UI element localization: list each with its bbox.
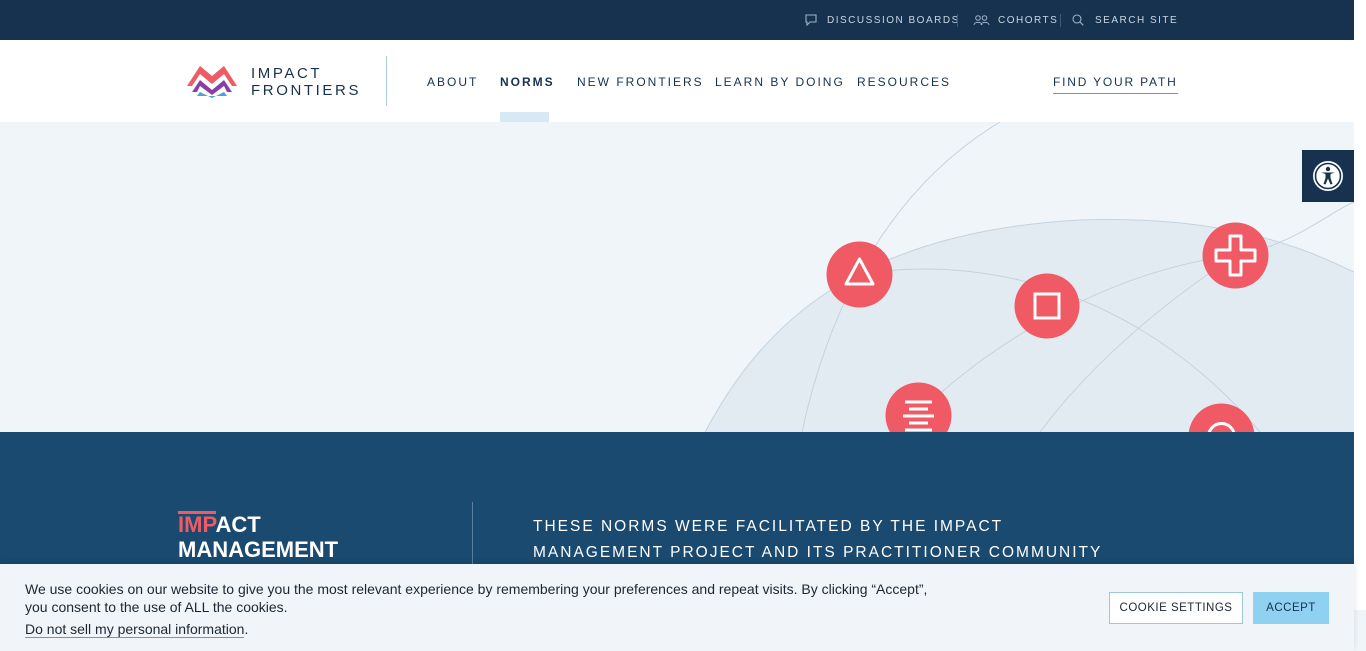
cookie-banner: We use cookies on our website to give yo… bbox=[0, 564, 1354, 651]
nav-learn-by-doing[interactable]: LEARN BY DOING bbox=[715, 75, 845, 89]
logo-management: MANAGEMENT bbox=[178, 537, 339, 562]
search-site-link[interactable]: SEARCH SITE bbox=[1072, 0, 1178, 40]
triangle-icon bbox=[826, 241, 893, 308]
logo-line2: FRONTIERS bbox=[251, 82, 362, 99]
logo-white-part: ACT bbox=[215, 512, 261, 537]
nav-new-frontiers[interactable]: NEW FRONTIERS bbox=[577, 75, 704, 89]
util-divider bbox=[1060, 14, 1061, 27]
nav-resources[interactable]: RESOURCES bbox=[857, 75, 951, 89]
cookie-settings-button[interactable]: COOKIE SETTINGS bbox=[1109, 592, 1243, 624]
discussion-boards-link[interactable]: DISCUSSION BOARDS bbox=[805, 0, 960, 40]
site-header: IMPACT FRONTIERS ABOUT NORMS NEW FRONTIE… bbox=[0, 40, 1354, 122]
circle-icon bbox=[1188, 403, 1255, 432]
hero-network-graphic bbox=[704, 122, 1354, 432]
hero-section bbox=[0, 122, 1354, 432]
logo-wordmark[interactable]: IMPACT FRONTIERS bbox=[251, 65, 361, 99]
logo-red-part: IMP bbox=[178, 512, 216, 537]
logo-accent-bar bbox=[178, 511, 216, 514]
cohorts-link[interactable]: COHORTS bbox=[973, 0, 1058, 40]
square-icon bbox=[1014, 273, 1080, 339]
logo-line1: IMPACT bbox=[251, 65, 323, 82]
top-utility-bar: DISCUSSION BOARDS COHORTS SEARCH SITE bbox=[0, 0, 1354, 40]
cohorts-label: COHORTS bbox=[998, 14, 1059, 26]
plus-icon bbox=[1202, 222, 1269, 289]
logo-mountain-icon bbox=[187, 66, 237, 98]
accessibility-icon bbox=[1313, 161, 1343, 191]
page-gutter bbox=[1354, 0, 1366, 610]
link-suffix: . bbox=[244, 621, 249, 637]
discussion-boards-label: DISCUSSION BOARDS bbox=[827, 14, 960, 26]
impact-frontiers-logo[interactable] bbox=[187, 64, 237, 98]
people-icon bbox=[973, 15, 990, 26]
search-icon bbox=[1072, 14, 1084, 26]
impact-management-logo[interactable]: IMPACT MANAGEMENT bbox=[178, 511, 339, 562]
util-divider bbox=[957, 14, 958, 27]
active-nav-indicator bbox=[500, 112, 549, 122]
lines-icon bbox=[885, 382, 952, 432]
find-your-path-link[interactable]: FIND YOUR PATH bbox=[1053, 75, 1178, 94]
cookie-message: We use cookies on our website to give yo… bbox=[25, 581, 928, 615]
accept-cookies-button[interactable]: ACCEPT bbox=[1253, 592, 1329, 624]
chat-icon bbox=[805, 14, 817, 26]
nav-norms[interactable]: NORMS bbox=[500, 75, 555, 89]
nav-about[interactable]: ABOUT bbox=[427, 75, 478, 89]
header-divider bbox=[386, 56, 387, 106]
search-site-label: SEARCH SITE bbox=[1095, 14, 1179, 26]
do-not-sell-link[interactable]: Do not sell my personal information bbox=[25, 621, 245, 638]
do-not-sell-row: Do not sell my personal information. bbox=[25, 621, 249, 638]
